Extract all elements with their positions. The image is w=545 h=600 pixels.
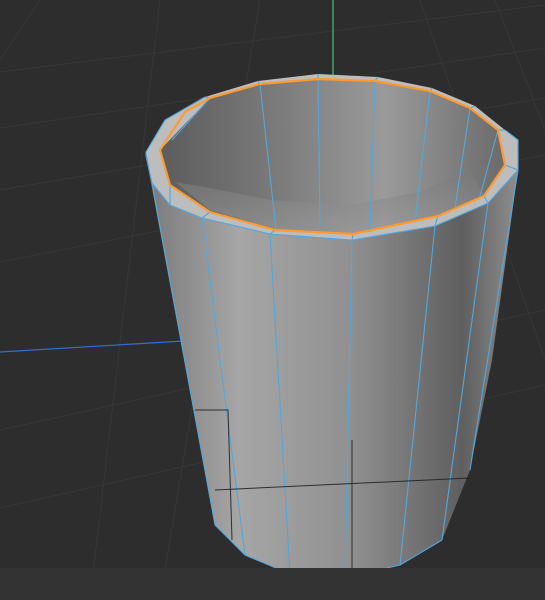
viewport-canvas[interactable] xyxy=(0,0,545,600)
x-axis-line xyxy=(0,339,201,353)
viewport-bottom-bar xyxy=(0,568,545,600)
3d-viewport[interactable] xyxy=(0,0,545,600)
